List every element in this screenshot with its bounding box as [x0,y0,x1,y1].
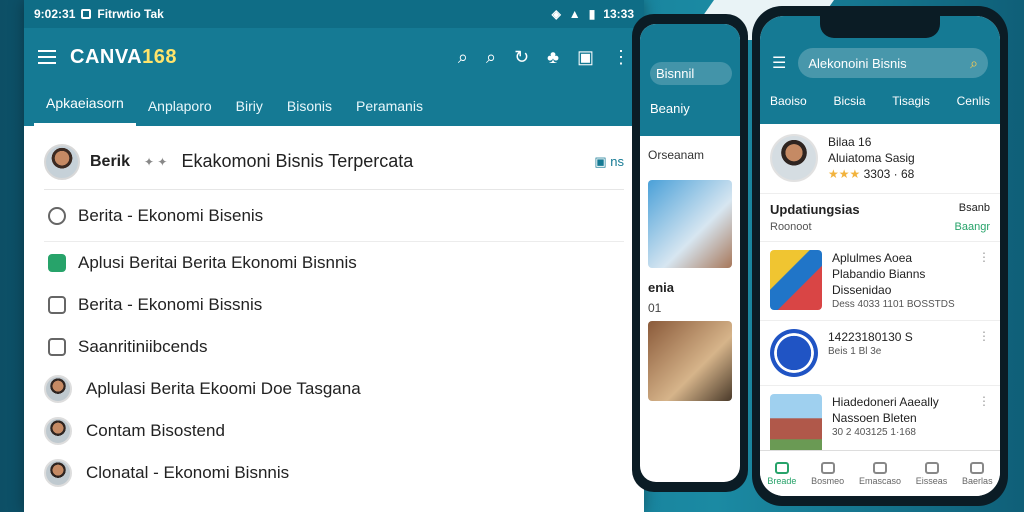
more-vert-icon[interactable]: ⋮ [978,329,990,343]
tab-1[interactable]: Anplaporo [136,98,224,126]
phone1-pill[interactable]: Bisnnil [650,62,732,85]
article-image[interactable] [648,180,732,268]
search-icon[interactable]: ⌕ [458,47,468,68]
article-list: Berita - Ekonomi Bisenis Aplusi Beritai … [44,190,624,494]
phone-mockup-front: ☰ Alekonoini Bisnis ⌕ Baoiso Bicsia Tisag… [752,6,1008,506]
nav-search[interactable]: Bosmeo [811,461,844,486]
section-title: Updatiungsias [770,201,860,217]
search-icon [820,461,835,474]
menu-icon[interactable] [38,50,56,64]
status-bar: 9:02:31 Fitrwtio Tak ◈ ▲ ▮ 13:33 [24,0,644,28]
wifi-icon: ◈ [551,7,561,21]
tab-2[interactable]: Biriy [224,98,275,126]
profile-line2: Aluiatoma Sasig [828,151,915,166]
more-vert-icon[interactable]: ⋮ [978,250,990,264]
profile-line1: Bilaa 16 [828,135,872,149]
doc-icon [48,296,66,314]
signal-icon: ▲ [568,7,581,21]
status-time: 9:02:31 [34,7,76,21]
app-bar: CANVA168 ⌕ ⌕ ↻ ♣ ▣ ⋮ [24,28,644,86]
tab-0[interactable]: Apkaeiasorn [34,95,136,126]
list-item[interactable]: 14223180130 S Beis 1 Bl 3e ⋮ [760,319,1000,385]
article-thumbnail [770,328,818,377]
notification-icon [81,9,92,19]
list-item[interactable]: Berita - Ekonomi Bisenis [44,190,624,242]
home-icon [774,461,789,474]
phone1-sub2: Orseanam [648,148,705,162]
nav-more[interactable]: Baerlas [962,461,993,486]
list-item[interactable]: Aplulasi Berita Ekoomi Doe Tasgana [44,368,624,410]
avatar [44,375,72,403]
section-link[interactable]: Baangr [955,221,990,233]
list-item[interactable]: Saanritiniibcends [44,326,624,368]
list-item[interactable]: Berita - Ekonomi Bissnis [44,284,624,326]
profile-card[interactable]: Bilaa 16 Aluiatoma Sasig ★★★ 3303 · 68 [760,124,1000,194]
bell-icon [48,206,66,225]
tab-3[interactable]: Bisonis [275,98,344,126]
star-icon: ★★★ [828,167,861,182]
article-image[interactable] [648,321,732,401]
phone-notch [820,16,940,38]
main-window: 9:02:31 Fitrwtio Tak ◈ ▲ ▮ 13:33 CANVA16… [24,0,644,512]
tab-4[interactable]: Peramanis [344,98,435,126]
battery-icon: ▮ [588,7,596,21]
phone-mockup-back: Bisnnil Beaniy Orseanam enia 01 [632,14,748,492]
image-icon [48,338,66,356]
more-vert-icon[interactable]: ⋮ [612,47,630,68]
article-thumbnail [770,393,822,454]
list-item[interactable]: Contam Bisostend [44,410,624,452]
article-thumbnail [770,249,822,310]
nav-home[interactable]: Breade [767,461,796,486]
profile-card[interactable]: Berik ✦ ✦ Ekakomoni Bisnis Terpercata ▣ … [44,134,624,190]
more-vert-icon[interactable]: ⋮ [978,394,990,408]
star-icon: ✦ ✦ [144,154,168,169]
status-right-text: 13:33 [603,7,634,21]
tab-0[interactable]: Baoiso [770,94,807,108]
card-headline: Ekakomoni Bisnis Terpercata [181,151,414,171]
content: Berik ✦ ✦ Ekakomoni Bisnis Terpercata ▣ … [24,134,644,494]
bottom-nav: Breade Bosmeo Emascaso Eisseas Baerlas [760,450,1000,496]
menu-icon[interactable]: ☰ [772,53,786,73]
status-left-text: Fitrwtio Tak [97,7,164,21]
phone1-label1: enia [648,280,675,295]
check-icon [48,254,66,272]
tab-2[interactable]: Tisagis [892,94,930,108]
search-input[interactable]: Alekonoini Bisnis ⌕ [798,48,988,78]
phone1-sub: Beaniy [650,101,690,116]
bookmark-icon[interactable]: ▣ [577,47,594,68]
phone1-num1: 01 [648,301,662,315]
chat-icon [924,461,939,474]
search-icon-2[interactable]: ⌕ [486,47,496,68]
search-icon[interactable]: ⌕ [970,55,978,72]
list-item[interactable]: Aplulmes Aoea Plabandio Bianns Dissenida… [760,240,1000,320]
tab-3[interactable]: Cenlis [957,94,990,108]
tab-bar: Apkaeiasorn Anplaporo Biriy Bisonis Pera… [24,86,644,126]
nav-chat[interactable]: Eisseas [916,461,947,486]
list-item[interactable]: Clonatal - Ekonomi Bisnnis [44,452,624,494]
app-title: CANVA168 [70,45,178,68]
card-badge[interactable]: ▣ ns [594,154,624,170]
bell-icon[interactable]: ♣ [547,47,559,68]
section-right: Bsanb [958,201,990,214]
phone2-tabs: Baoiso Bicsia Tisagis Cenlis [760,78,1000,108]
tab-1[interactable]: Bicsia [833,94,865,108]
nav-explore[interactable]: Emascaso [859,461,901,486]
avatar [44,459,72,487]
avatar [770,134,818,183]
explore-icon [872,461,887,474]
refresh-icon[interactable]: ↻ [514,47,529,68]
card-name: Berik [90,152,131,170]
grid-icon [970,461,985,474]
avatar [44,143,80,180]
list-item[interactable]: Aplusi Beritai Berita Ekonomi Bisnnis [44,242,624,284]
avatar [44,417,72,445]
section-sub: Roonoot [770,220,812,233]
